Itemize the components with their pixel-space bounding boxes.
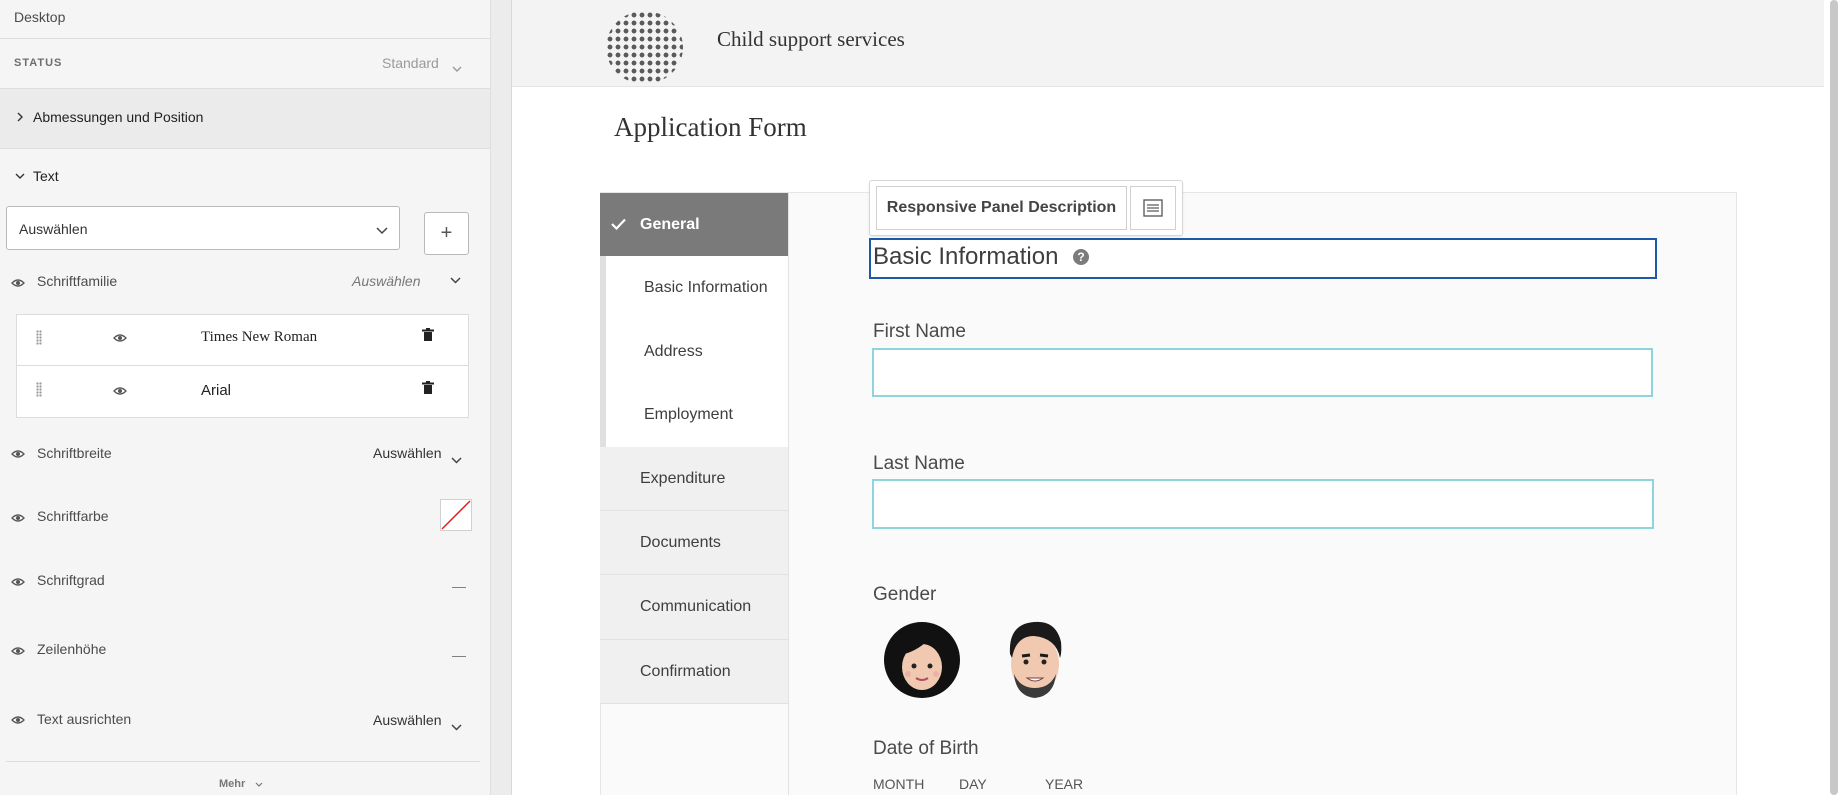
divider: [6, 761, 480, 762]
first-name-input[interactable]: [872, 348, 1653, 397]
line-height-field[interactable]: —: [452, 647, 466, 663]
drag-handle-icon[interactable]: [36, 330, 42, 345]
dob-label: Date of Birth: [873, 738, 979, 759]
chevron-down-icon: [376, 227, 388, 235]
site-title: Child support services: [717, 27, 905, 51]
eye-icon[interactable]: [11, 575, 25, 589]
style-select-value: Auswählen: [19, 221, 88, 237]
font-family-dropdown[interactable]: Auswählen: [352, 273, 421, 289]
check-icon: [611, 218, 626, 230]
chevron-down-icon: [452, 66, 462, 72]
nav-subitem-basic-information[interactable]: Basic Information: [606, 256, 788, 320]
panel-description-button[interactable]: Responsive Panel Description: [876, 186, 1127, 230]
text-section-title[interactable]: Text: [33, 168, 59, 184]
chevron-down-icon: [450, 277, 461, 284]
more-button[interactable]: Mehr: [219, 778, 245, 790]
font-color-label: Schriftfarbe: [37, 508, 109, 524]
trash-icon[interactable]: [422, 328, 434, 342]
eye-icon[interactable]: [11, 644, 25, 658]
chevron-down-icon: [451, 457, 462, 464]
trash-icon[interactable]: [422, 381, 434, 395]
chevron-right-icon: [17, 112, 23, 122]
eye-icon[interactable]: [11, 276, 25, 290]
divider: [788, 192, 789, 795]
nav-item-label: Expenditure: [640, 469, 726, 487]
gender-label: Gender: [873, 584, 937, 605]
nav-subitem-label: Basic Information: [644, 279, 768, 296]
panel-splitter[interactable]: [490, 0, 512, 795]
nav-item-communication[interactable]: Communication: [600, 575, 788, 640]
font-item-name: Arial: [201, 382, 232, 399]
nav-item-expenditure[interactable]: Expenditure: [600, 447, 788, 511]
first-name-label: First Name: [873, 321, 966, 342]
nav-item-documents[interactable]: Documents: [600, 511, 788, 575]
chevron-down-icon: [451, 724, 462, 731]
font-size-label: Schriftgrad: [37, 572, 105, 588]
dob-day-label: DAY: [959, 776, 987, 792]
text-align-label: Text ausrichten: [37, 711, 132, 727]
eye-icon[interactable]: [113, 331, 127, 345]
divider: [17, 365, 468, 366]
status-dropdown[interactable]: Standard: [382, 55, 439, 71]
last-name-label: Last Name: [873, 453, 965, 474]
help-icon[interactable]: ?: [1073, 249, 1089, 265]
divider: [0, 38, 490, 39]
nav-item-label: Confirmation: [640, 662, 731, 680]
nav-subitem-address[interactable]: Address: [606, 320, 788, 383]
eye-icon[interactable]: [11, 511, 25, 525]
site-header: [512, 0, 1824, 87]
scrollbar-thumb[interactable]: [1830, 0, 1838, 795]
font-weight-dropdown[interactable]: Auswählen: [373, 445, 442, 461]
panel-description-label: Responsive Panel Description: [886, 199, 1117, 216]
dob-month-label: MONTH: [873, 776, 925, 792]
logo: [606, 11, 683, 84]
font-weight-label: Schriftbreite: [37, 445, 112, 461]
list-icon: [1143, 199, 1163, 217]
color-swatch-none-icon[interactable]: [440, 499, 472, 531]
male-avatar-icon[interactable]: [1000, 618, 1070, 700]
last-name-input[interactable]: [872, 479, 1654, 529]
form-title: Application Form: [614, 112, 807, 142]
panel-title: Basic Information: [873, 243, 1059, 270]
font-size-field[interactable]: —: [452, 578, 466, 594]
status-label: STATUS: [14, 57, 63, 69]
line-height-label: Zeilenhöhe: [37, 641, 107, 657]
nav-item-confirmation[interactable]: Confirmation: [600, 640, 788, 704]
dob-year-label: YEAR: [1045, 776, 1084, 792]
add-style-button[interactable]: +: [424, 212, 469, 255]
nav-item-label: Documents: [640, 533, 721, 551]
chevron-down-icon: [15, 173, 25, 179]
drag-handle-icon[interactable]: [36, 382, 42, 397]
text-align-dropdown[interactable]: Auswählen: [373, 712, 442, 728]
font-family-label: Schriftfamilie: [37, 273, 118, 289]
nav-subitem-employment[interactable]: Employment: [606, 383, 788, 447]
style-panel: Desktop STATUS Standard Abmessungen und …: [0, 0, 490, 795]
chevron-down-icon: [255, 782, 263, 787]
nav-item-label: General: [640, 216, 700, 233]
nav-item-label: Communication: [640, 598, 752, 615]
female-avatar-icon[interactable]: [883, 621, 961, 699]
device-label: Desktop: [14, 9, 66, 25]
nav-subitem-label: Employment: [644, 406, 733, 423]
nav-subitem-label: Address: [644, 342, 703, 360]
eye-icon[interactable]: [11, 713, 25, 727]
eye-icon[interactable]: [113, 384, 127, 398]
dimensions-section-title: Abmessungen und Position: [33, 109, 204, 125]
eye-icon[interactable]: [11, 447, 25, 461]
font-item-name: Times New Roman: [201, 329, 318, 345]
